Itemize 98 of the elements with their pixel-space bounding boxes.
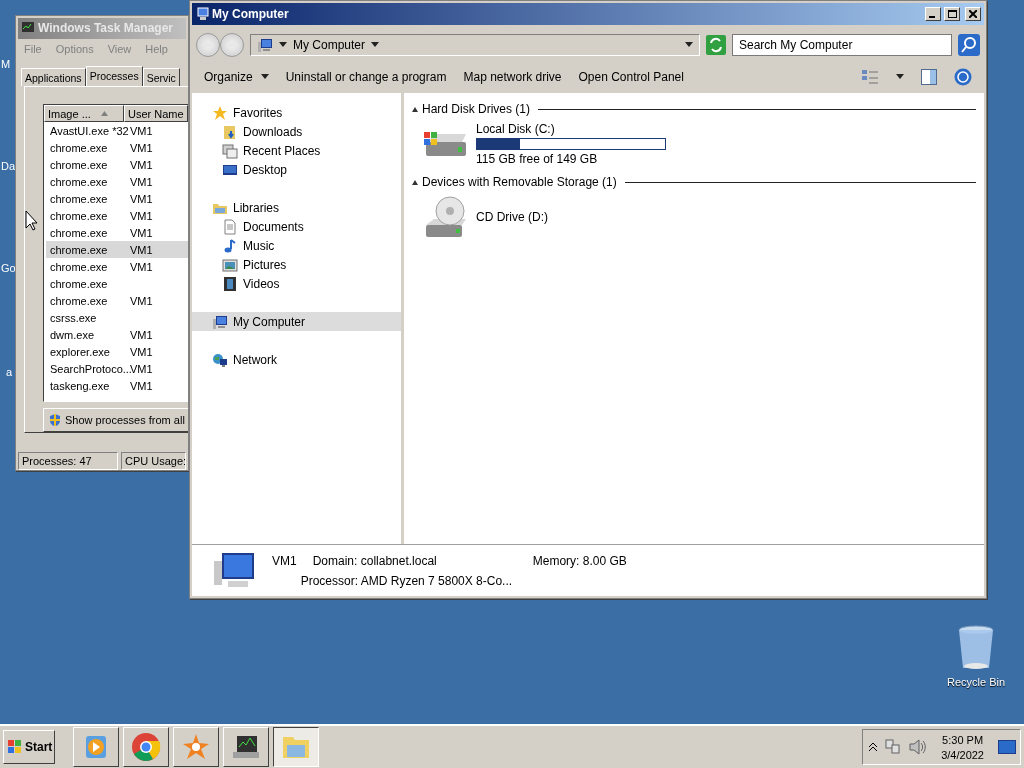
clock-date[interactable]: 3/4/2022 (941, 748, 984, 761)
maximize-icon (947, 10, 957, 18)
computer-icon (195, 7, 209, 21)
process-row[interactable]: chrome.exe VM1 (46, 224, 188, 241)
process-row[interactable]: chrome.exe VM1 (46, 173, 188, 190)
collapse-icon[interactable] (412, 106, 418, 112)
free-space-text: 115 GB free of 149 GB (476, 152, 599, 166)
clock-time[interactable]: 5:30 PM (942, 733, 984, 746)
drive-name[interactable]: CD Drive (D:) (476, 210, 548, 224)
desktop-icon-label: Go (1, 262, 16, 274)
computer-icon (212, 313, 228, 330)
recycle-bin-icon[interactable] (956, 624, 996, 672)
nav-item[interactable]: Documents (192, 217, 401, 236)
toolbar-button[interactable]: Uninstall or change a program (285, 70, 447, 84)
windows-flag-icon (7, 739, 23, 755)
shield-icon (48, 413, 62, 427)
search-field[interactable]: Search My Computer (732, 34, 952, 56)
process-row[interactable]: taskeng.exe VM1 (46, 377, 188, 394)
star-icon (212, 104, 228, 121)
search-icon[interactable] (958, 34, 980, 56)
minimize-button[interactable] (925, 7, 941, 21)
sort-arrow-icon (100, 111, 108, 116)
window-title: My Computer (212, 7, 290, 21)
tab[interactable]: Applications (21, 68, 86, 86)
computer-icon (257, 37, 273, 53)
process-row[interactable]: chrome.exe VM1 (46, 207, 188, 224)
taskbar-app-button[interactable] (273, 727, 319, 767)
process-row[interactable]: chrome.exe VM1 (46, 241, 188, 258)
computer-name: VM1 (272, 553, 297, 568)
tab[interactable]: Processes (85, 66, 143, 86)
desktop-icon-label: Da (1, 160, 16, 172)
show-all-processes-button[interactable]: Show processes from all (43, 408, 188, 432)
drive-name[interactable]: Local Disk (C:) (476, 122, 666, 136)
group-header[interactable]: Devices with Removable Storage (1) (422, 175, 617, 189)
volume-icon[interactable] (909, 739, 928, 755)
process-row[interactable]: chrome.exe VM1 (46, 156, 188, 173)
caret-icon (260, 74, 269, 80)
close-button[interactable] (965, 7, 981, 21)
column-header[interactable]: Image ... (44, 105, 124, 122)
show-hidden-icons-icon[interactable] (869, 742, 878, 752)
toolbar-button[interactable]: Map network drive (463, 70, 562, 84)
process-row[interactable]: chrome.exe VM1 (46, 139, 188, 156)
process-row[interactable]: chrome.exe VM1 (46, 292, 188, 309)
process-row[interactable]: csrss.exe (46, 309, 188, 326)
desktop-icon-label: M (1, 58, 11, 70)
film-icon (222, 275, 238, 292)
process-row[interactable]: SearchProtoco...VM1 (46, 360, 188, 377)
network-globe-icon (212, 351, 228, 368)
nav-item[interactable]: Network (192, 350, 401, 369)
nav-item[interactable]: Videos (192, 274, 401, 293)
document-icon (222, 218, 238, 235)
help-icon[interactable] (954, 68, 972, 86)
start-button[interactable]: Start (3, 730, 55, 764)
caret-icon (896, 74, 904, 80)
picture-frame-icon (222, 256, 238, 273)
domain-text: Domain: collabnet.local (312, 553, 437, 568)
caret-icon (279, 42, 287, 48)
caret-icon (371, 42, 380, 48)
desktop-icon-label: a (6, 366, 13, 378)
recycle-bin-label[interactable]: Recycle Bin (946, 676, 1006, 688)
nav-item[interactable]: Pictures (192, 255, 401, 274)
memory-text: Memory: 8.00 GB (532, 553, 627, 568)
network-icon[interactable] (885, 739, 902, 755)
status-text: CPU Usage: (121, 452, 186, 470)
process-row[interactable]: chrome.exe (46, 275, 188, 292)
folder-download-icon (222, 123, 238, 140)
browser-icon (131, 732, 161, 762)
star-logo-icon (181, 732, 211, 762)
preview-pane-icon[interactable] (921, 69, 937, 85)
nav-item[interactable]: Desktop (192, 160, 401, 179)
address-bar[interactable]: My Computer (250, 34, 700, 56)
nav-item[interactable]: My Computer (192, 312, 401, 331)
collapse-icon[interactable] (412, 179, 418, 185)
process-row[interactable]: chrome.exe VM1 (46, 190, 188, 207)
window-title: Windows Task Manager (38, 21, 175, 36)
nav-item[interactable]: Downloads (192, 122, 401, 141)
toolbar-button[interactable]: Open Control Panel (578, 70, 684, 84)
process-row[interactable]: explorer.exe VM1 (46, 343, 188, 360)
process-row[interactable]: AvastUI.exe *32VM1 (46, 122, 188, 139)
tab[interactable]: Servic (142, 68, 180, 86)
nav-item[interactable]: Music (192, 236, 401, 255)
column-header[interactable]: User Name (124, 105, 188, 122)
maximize-button[interactable] (944, 7, 960, 21)
recent-places-icon (222, 142, 238, 159)
status-text: Processes: 47 (18, 452, 118, 470)
nav-item[interactable]: Favorites (192, 103, 401, 122)
close-icon (969, 10, 977, 18)
music-note-icon (222, 237, 238, 254)
refresh-icon[interactable] (706, 35, 726, 55)
nav-item[interactable]: Recent Places (192, 141, 401, 160)
monitor-icon (231, 733, 261, 761)
dropdown-caret-icon (685, 42, 693, 48)
toolbar-button[interactable]: Organize (204, 70, 269, 84)
process-row[interactable]: chrome.exe VM1 (46, 258, 188, 275)
nav-item[interactable]: Libraries (192, 198, 401, 217)
processor-text: Processor: AMD Ryzen 7 5800X 8-Co... (300, 573, 514, 588)
group-header[interactable]: Hard Disk Drives (1) (422, 102, 530, 116)
process-row[interactable]: dwm.exe VM1 (46, 326, 188, 343)
